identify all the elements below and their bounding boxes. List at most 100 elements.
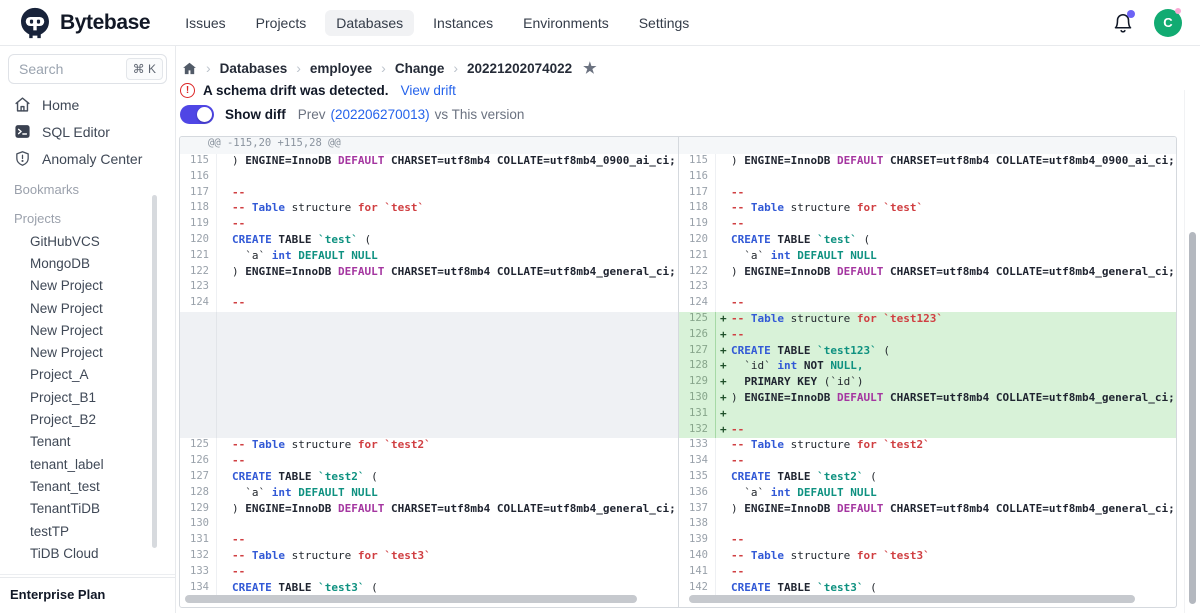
horizontal-scrollbar-left[interactable] bbox=[185, 595, 637, 603]
favorite-star-icon[interactable]: ★ bbox=[583, 59, 596, 77]
user-avatar[interactable]: C bbox=[1154, 9, 1182, 37]
sidebar-item-home[interactable]: Home bbox=[0, 91, 175, 118]
line-number: 120 bbox=[180, 233, 217, 249]
sidebar-item-sql-editor[interactable]: SQL Editor bbox=[0, 118, 175, 145]
line-number: 118 bbox=[180, 201, 217, 217]
diff-marker bbox=[716, 170, 731, 186]
nav-item-settings[interactable]: Settings bbox=[628, 10, 701, 36]
projects-section-label: Projects bbox=[0, 206, 175, 230]
line-number: 135 bbox=[679, 470, 716, 486]
code-line bbox=[731, 170, 1176, 186]
breadcrumb-separator: › bbox=[296, 60, 301, 76]
line-number: 133 bbox=[180, 565, 217, 581]
diff-marker: + bbox=[716, 312, 731, 328]
code-line: -- bbox=[232, 565, 678, 581]
line-number: 122 bbox=[180, 265, 217, 281]
view-drift-link[interactable]: View drift bbox=[401, 83, 456, 98]
diff-marker bbox=[217, 280, 232, 296]
horizontal-scrollbar-right[interactable] bbox=[689, 595, 1135, 603]
code-line: `a` int DEFAULT NULL bbox=[731, 249, 1176, 265]
code-line: `a` int DEFAULT NULL bbox=[232, 249, 678, 265]
diff-row: 117-- bbox=[180, 186, 678, 202]
code-line: -- Table structure for `test2` bbox=[232, 438, 678, 454]
terminal-icon bbox=[14, 123, 31, 140]
line-number: 134 bbox=[180, 581, 217, 597]
bytebase-logo[interactable]: Bytebase bbox=[18, 6, 150, 40]
code-line: ) ENGINE=InnoDB DEFAULT CHARSET=utf8mb4 … bbox=[731, 391, 1176, 407]
prev-version-link[interactable]: (202206270013) bbox=[331, 107, 430, 122]
show-diff-toggle[interactable] bbox=[180, 105, 214, 124]
sidebar-scrollbar[interactable] bbox=[152, 195, 157, 548]
project-item[interactable]: testTP bbox=[0, 520, 175, 542]
nav-item-environments[interactable]: Environments bbox=[512, 10, 620, 36]
diff-row: 135CREATE TABLE `test2` ( bbox=[679, 470, 1176, 486]
breadcrumb-separator: › bbox=[381, 60, 386, 76]
project-item[interactable]: New Project bbox=[0, 319, 175, 341]
notification-bell-button[interactable] bbox=[1112, 12, 1134, 34]
diff-marker: + bbox=[716, 423, 731, 439]
diff-marker bbox=[217, 565, 232, 581]
line-number: 137 bbox=[679, 502, 716, 518]
breadcrumb-item[interactable]: Databases bbox=[220, 61, 288, 76]
diff-row: 139-- bbox=[679, 533, 1176, 549]
diff-row: 119-- bbox=[180, 217, 678, 233]
sidebar-item-anomaly-center[interactable]: Anomaly Center bbox=[0, 145, 175, 172]
project-item[interactable]: tenant_label bbox=[0, 453, 175, 475]
nav-item-databases[interactable]: Databases bbox=[325, 10, 414, 36]
diff-row: 122) ENGINE=InnoDB DEFAULT CHARSET=utf8m… bbox=[180, 265, 678, 281]
diff-row: 128 `a` int DEFAULT NULL bbox=[180, 486, 678, 502]
breadcrumb-item[interactable]: Change bbox=[395, 61, 445, 76]
diff-row: 117-- bbox=[679, 186, 1176, 202]
diff-marker bbox=[716, 233, 731, 249]
diff-marker bbox=[217, 502, 232, 518]
diff-row: 118-- Table structure for `test` bbox=[180, 201, 678, 217]
breadcrumb-item[interactable]: employee bbox=[310, 61, 372, 76]
nav-item-instances[interactable]: Instances bbox=[422, 10, 504, 36]
diff-row: 132-- Table structure for `test3` bbox=[180, 549, 678, 565]
project-item[interactable]: New Project bbox=[0, 297, 175, 319]
project-item[interactable]: Tenant_test bbox=[0, 475, 175, 497]
project-item[interactable]: TiDB Cloud bbox=[0, 542, 175, 564]
nav-item-issues[interactable]: Issues bbox=[174, 10, 236, 36]
diff-row-added: 126+-- bbox=[679, 328, 1176, 344]
line-number: 133 bbox=[679, 438, 716, 454]
breadcrumb-item[interactable]: 20221202074022 bbox=[467, 61, 572, 76]
project-item[interactable]: New Project bbox=[0, 341, 175, 363]
project-item[interactable]: GitHubVCS bbox=[0, 230, 175, 252]
home-icon bbox=[182, 61, 197, 76]
page-scrollbar[interactable] bbox=[1189, 232, 1196, 604]
diff-row: 142CREATE TABLE `test3` ( bbox=[679, 581, 1176, 597]
code-line bbox=[731, 517, 1176, 533]
line-number: 127 bbox=[679, 344, 716, 360]
home-breadcrumb-button[interactable] bbox=[182, 61, 197, 76]
project-item[interactable]: Tenant bbox=[0, 431, 175, 453]
project-item[interactable]: Project_B2 bbox=[0, 408, 175, 430]
project-item[interactable]: MongoDB bbox=[0, 252, 175, 274]
search-shortcut-badge: ⌘ K bbox=[126, 58, 163, 80]
plan-footer[interactable]: Enterprise Plan bbox=[0, 577, 175, 613]
bytebase-logo-icon bbox=[18, 6, 52, 40]
line-number: 131 bbox=[679, 407, 716, 423]
code-line: -- bbox=[731, 328, 1176, 344]
diff-marker bbox=[716, 186, 731, 202]
nav-item-projects[interactable]: Projects bbox=[245, 10, 318, 36]
project-item[interactable]: TenantTiDB bbox=[0, 498, 175, 520]
main-content: ›Databases›employee›Change›2022120207402… bbox=[177, 46, 1200, 613]
project-item[interactable]: Project_A bbox=[0, 364, 175, 386]
diff-marker bbox=[217, 201, 232, 217]
diff-pane-current[interactable]: 115) ENGINE=InnoDB DEFAULT CHARSET=utf8m… bbox=[678, 137, 1176, 607]
code-line: -- Table structure for `test2` bbox=[731, 438, 1176, 454]
diff-pane-previous[interactable]: @@ -115,20 +115,28 @@115) ENGINE=InnoDB … bbox=[180, 137, 678, 607]
line-number: 132 bbox=[679, 423, 716, 439]
project-item[interactable]: Project_B1 bbox=[0, 386, 175, 408]
home-icon bbox=[14, 96, 31, 113]
code-line bbox=[232, 517, 678, 533]
line-number: 142 bbox=[679, 581, 716, 597]
code-line bbox=[232, 280, 678, 296]
avatar-letter: C bbox=[1163, 15, 1172, 30]
code-line: -- bbox=[731, 454, 1176, 470]
show-diff-label: Show diff bbox=[225, 107, 286, 122]
project-item[interactable]: New Project bbox=[0, 275, 175, 297]
diff-row: 127CREATE TABLE `test2` ( bbox=[180, 470, 678, 486]
line-number: 126 bbox=[180, 454, 217, 470]
